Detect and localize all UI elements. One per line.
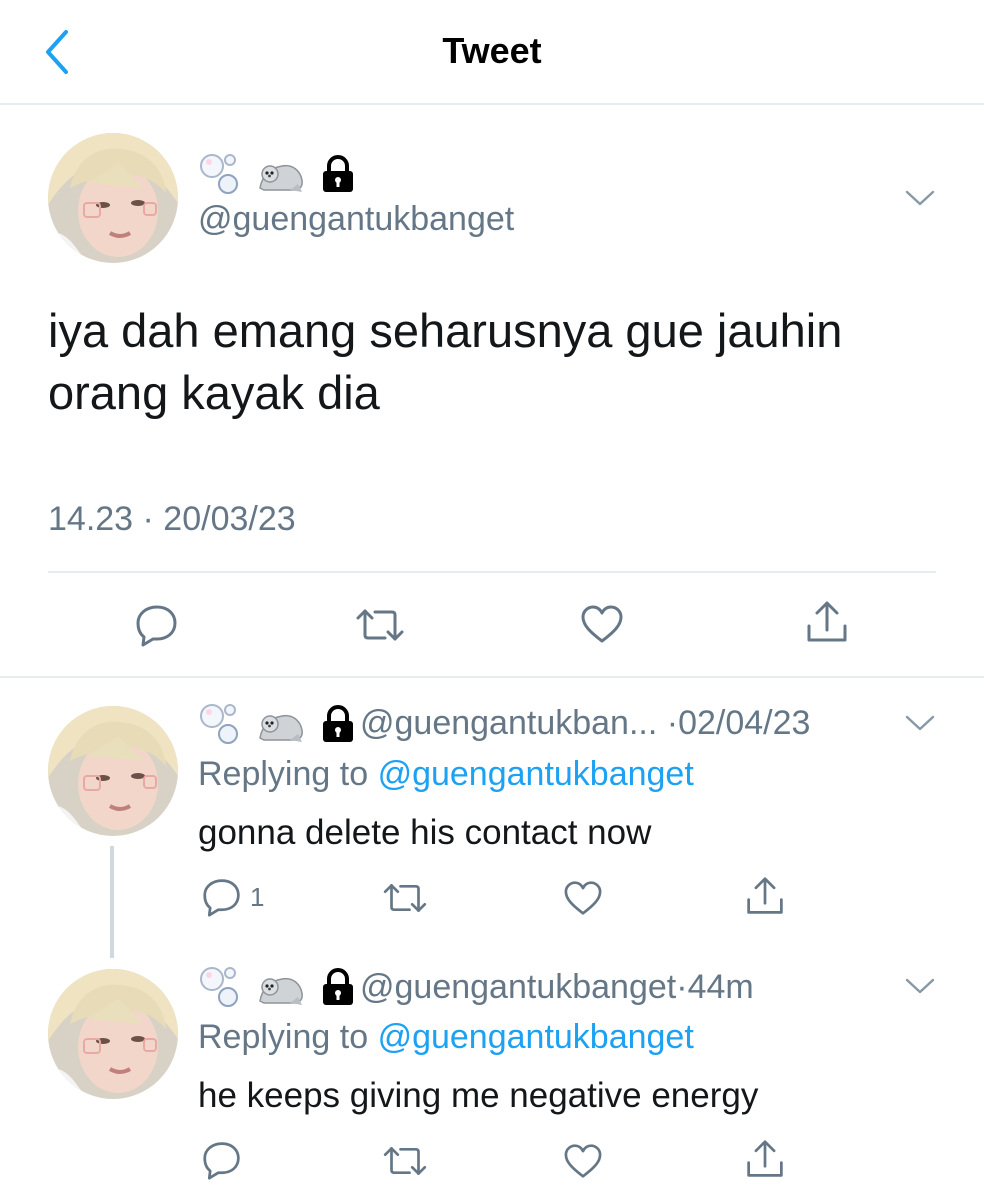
avatar[interactable] xyxy=(48,133,178,263)
share-button[interactable] xyxy=(745,1139,785,1179)
seal-emoji-icon xyxy=(256,967,306,1007)
reply-button[interactable]: 1 xyxy=(202,877,264,917)
reply-count: 1 xyxy=(250,881,265,912)
reply-meta[interactable]: @guengantukban... ·02/04/23 xyxy=(360,704,810,743)
thread-connector xyxy=(110,846,114,958)
retweet-icon xyxy=(382,1143,428,1179)
separator: · xyxy=(676,968,688,1006)
divider xyxy=(0,676,984,678)
share-icon xyxy=(745,1139,785,1179)
share-icon xyxy=(805,600,849,644)
reply-button[interactable] xyxy=(202,1140,242,1180)
display-name[interactable] xyxy=(198,702,356,746)
chevron-down-icon[interactable] xyxy=(905,188,935,208)
like-button[interactable] xyxy=(563,880,603,916)
seal-emoji-icon xyxy=(256,154,306,194)
like-button[interactable] xyxy=(563,1143,603,1179)
heart-icon xyxy=(580,604,624,644)
page-title: Tweet xyxy=(442,30,542,71)
reply-icon xyxy=(202,1140,242,1180)
share-icon xyxy=(745,876,785,916)
display-name[interactable] xyxy=(198,152,356,196)
user-handle[interactable]: @guengantukbanget xyxy=(360,968,676,1006)
chevron-down-icon[interactable] xyxy=(905,713,935,733)
divider xyxy=(48,571,936,573)
lock-icon xyxy=(320,967,356,1007)
separator: · xyxy=(666,704,679,742)
retweet-icon xyxy=(355,605,405,645)
reply-timestamp[interactable]: 44m xyxy=(688,968,754,1006)
tweet-text: iya dah emang seharusnya gue jauhin oran… xyxy=(48,304,843,419)
reply-text: he keeps giving me negative energy xyxy=(198,1076,759,1115)
top-bar: Tweet xyxy=(0,0,984,105)
heart-icon xyxy=(563,880,603,916)
replying-label: Replying to xyxy=(198,755,369,793)
display-name[interactable] xyxy=(198,965,356,1009)
replying-to: Replying to @guengantukbanget xyxy=(198,1018,694,1057)
mention-link[interactable]: @guengantukbanget xyxy=(378,755,694,793)
lock-icon xyxy=(320,704,356,744)
retweet-button[interactable] xyxy=(382,1143,428,1179)
retweet-button[interactable] xyxy=(382,880,428,916)
retweet-icon xyxy=(382,880,428,916)
lock-icon xyxy=(320,154,356,194)
reply-button[interactable] xyxy=(135,603,179,647)
user-handle[interactable]: @guengantukban... xyxy=(360,704,657,742)
reply-meta[interactable]: @guengantukbanget·44m xyxy=(360,968,754,1007)
share-button[interactable] xyxy=(745,876,785,916)
bubbles-emoji-icon xyxy=(198,152,242,196)
user-handle[interactable]: @guengantukbanget xyxy=(198,200,514,239)
seal-emoji-icon xyxy=(256,704,306,744)
replying-label: Replying to xyxy=(198,1018,369,1056)
chevron-down-icon[interactable] xyxy=(905,976,935,996)
retweet-button[interactable] xyxy=(355,605,405,645)
reply-icon xyxy=(135,603,179,647)
mention-link[interactable]: @guengantukbanget xyxy=(378,1018,694,1056)
share-button[interactable] xyxy=(805,600,849,644)
avatar[interactable] xyxy=(48,706,178,836)
bubbles-emoji-icon xyxy=(198,965,242,1009)
reply-text: gonna delete his contact now xyxy=(198,813,652,852)
bubbles-emoji-icon xyxy=(198,702,242,746)
heart-icon xyxy=(563,1143,603,1179)
reply-icon xyxy=(202,877,242,917)
replying-to: Replying to @guengantukbanget xyxy=(198,755,694,794)
tweet-timestamp[interactable]: 14.23 · 20/03/23 xyxy=(48,500,296,539)
like-button[interactable] xyxy=(580,604,624,644)
avatar[interactable] xyxy=(48,969,178,1099)
reply-timestamp[interactable]: 02/04/23 xyxy=(678,704,810,742)
